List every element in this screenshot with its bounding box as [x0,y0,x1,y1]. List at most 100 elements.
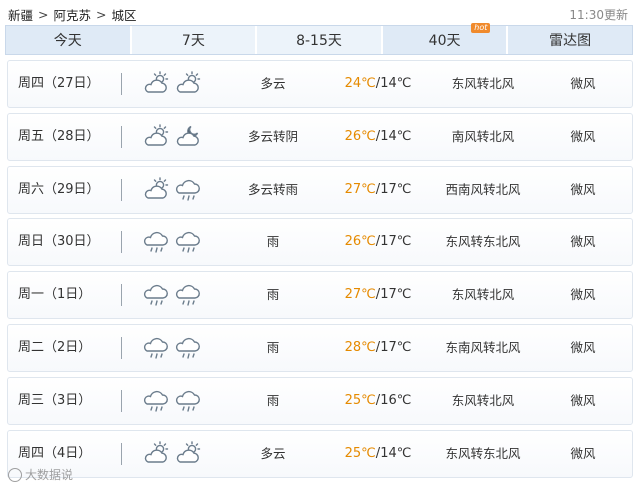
temperature: 28℃/17℃ [328,325,428,371]
high-temp: 27℃ [344,287,376,303]
tab-label: 雷达图 [549,33,592,49]
low-temp: 16℃ [380,392,412,408]
divider [121,125,122,148]
high-temp: 26℃ [344,234,376,250]
temperature: 26℃/17℃ [328,219,428,265]
temperature: 26℃/14℃ [328,114,428,160]
low-temp: 14℃ [380,445,412,461]
forecast-tabs: 今天 7天 8-15天 40天 hot 雷达图 [5,23,633,55]
weather-icons [143,281,213,309]
forecast-row[interactable]: 周二（2日） 雨 28℃/17℃ 东南风转北风 微风 [7,324,633,372]
wind-level: 微风 [570,234,596,250]
breadcrumb-city[interactable]: 阿克苏 [54,5,92,24]
forecast-row[interactable]: 周五（28日） 多云转阴 26℃/14℃ 南风转北风 微风 [7,112,633,161]
divider [121,442,122,465]
weather-icons [143,387,213,415]
tab-8-15-days[interactable]: 8-15天 [257,26,383,54]
weather-icons [143,70,213,98]
weibo-logo-icon [8,467,22,482]
high-temp: 25℃ [344,392,376,408]
forecast-date: 周五（28日） [18,128,100,144]
wind-direction: 东风转北风 [451,392,515,408]
update-time: 11:30更新 [569,8,628,22]
high-temp: 27℃ [344,181,376,197]
rain-icon [143,228,171,256]
wind-level: 微风 [570,128,596,144]
high-temp: 25℃ [344,445,376,461]
rain-icon [175,387,203,415]
rain-icon [175,228,203,256]
temperature: 25℃/14℃ [328,431,428,477]
tab-radar[interactable]: 雷达图 [508,26,632,54]
wind-level: 微风 [570,445,596,461]
divider [121,337,122,359]
forecast-row[interactable]: 周四（27日） 多云 24℃/14℃ 东风转北风 微风 [7,60,633,108]
divider [121,284,122,307]
temperature: 27℃/17℃ [328,272,428,318]
low-temp: 17℃ [380,234,412,250]
divider [121,231,122,254]
low-temp: 17℃ [380,181,412,197]
weather-description: 雨 [266,340,280,355]
watermark: 大数据说 [8,466,73,483]
weather-icons [143,123,213,151]
forecast-date: 周三（3日） [18,392,92,408]
tab-today[interactable]: 今天 [6,26,132,54]
wind-direction: 南风转北风 [451,128,515,144]
wind-level: 微风 [570,76,596,91]
tab-label: 40天 [428,33,461,49]
breadcrumb-region[interactable]: 新疆 [8,5,33,24]
wind-direction: 东风转东北风 [445,445,521,461]
high-temp: 26℃ [344,128,376,144]
forecast-row[interactable]: 周一（1日） 雨 27℃/17℃ 东风转北风 微风 [7,271,633,320]
partly-cloudy-day-icon [143,123,171,151]
partly-cloudy-day-icon [143,440,171,468]
tab-label: 8-15天 [296,33,342,49]
breadcrumb-separator: > [96,6,107,22]
divider [121,73,122,95]
divider [121,178,122,201]
weather-icons [143,176,213,204]
low-temp: 14℃ [380,128,412,144]
low-temp: 17℃ [380,287,412,303]
weather-icons [143,440,213,468]
weather-description: 雨 [266,234,280,250]
forecast-date: 周六（29日） [18,181,100,197]
forecast-date: 周一（1日） [18,287,92,303]
partly-cloudy-day-icon [143,176,171,204]
weather-description: 多云转雨 [247,181,298,197]
wind-level: 微风 [570,340,596,355]
partly-cloudy-day-icon [175,440,203,468]
weather-description: 多云转阴 [247,128,298,144]
forecast-date: 周日（30日） [18,234,100,250]
forecast-date: 周四（27日） [18,76,100,91]
tab-label: 7天 [181,33,205,49]
cloudy-night-icon [175,123,203,151]
high-temp: 28℃ [344,340,376,355]
tab-label: 今天 [53,33,82,49]
weather-description: 多云 [260,76,286,91]
forecast-row[interactable]: 周四（4日） 多云 25℃/14℃ 东风转东北风 微风 [7,429,633,478]
weather-description: 雨 [266,287,280,303]
divider [121,389,122,412]
wind-level: 微风 [570,181,596,197]
low-temp: 14℃ [380,76,412,91]
wind-direction: 东风转北风 [451,287,515,303]
rain-icon [143,387,171,415]
wind-direction: 东风转北风 [451,76,515,91]
breadcrumb: 新疆 > 阿克苏 > 城区 [8,5,137,23]
weather-description: 多云 [260,445,286,461]
forecast-row[interactable]: 周日（30日） 雨 26℃/17℃ 东风转东北风 微风 [7,218,633,267]
forecast-row[interactable]: 周三（3日） 雨 25℃/16℃ 东风转北风 微风 [7,376,633,425]
tab-40-days[interactable]: 40天 hot [383,23,509,54]
forecast-row[interactable]: 周六（29日） 多云转雨 27℃/17℃ 西南风转北风 微风 [7,165,633,214]
wind-direction: 西南风转北风 [445,181,521,197]
weather-icons [143,228,213,256]
tab-7-days[interactable]: 7天 [131,26,258,54]
rain-icon [175,281,203,309]
wind-level: 微风 [570,287,596,303]
watermark-text: 大数据说 [25,468,74,482]
rain-icon [143,281,171,309]
partly-cloudy-day-icon [175,70,203,98]
wind-direction: 东南风转北风 [445,340,521,355]
